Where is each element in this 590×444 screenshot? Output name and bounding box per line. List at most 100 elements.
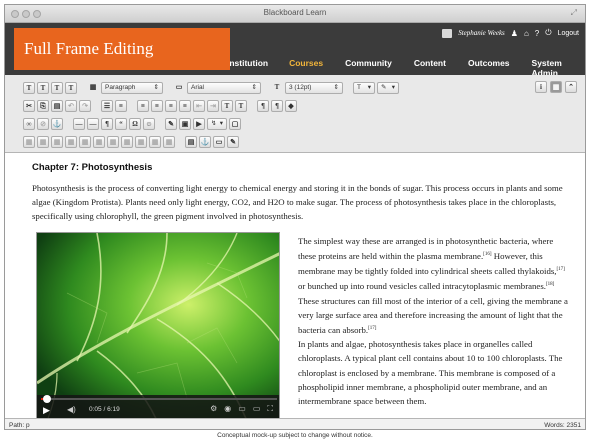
citation[interactable]: [17] [368, 326, 376, 331]
text-color-select[interactable]: T ▾ [353, 82, 375, 94]
embedded-video[interactable]: ▶ ◀) 0:05 / 6:19 ⚙ ◉ ▭ ▭ ⛶ [36, 232, 280, 418]
video-progress-bar[interactable] [41, 395, 277, 403]
ltr-icon[interactable]: ¶ [257, 100, 269, 112]
fullscreen-icon[interactable]: ⤢ [571, 8, 577, 18]
status-bar: Path: p Words: 2351 [5, 418, 585, 429]
link-icon[interactable]: ∞ [23, 118, 35, 130]
justify-icon[interactable]: ≡ [179, 100, 191, 112]
highlight-color-select[interactable]: ✎ ▾ [377, 82, 399, 94]
quote-icon[interactable]: “ [115, 118, 127, 130]
size-select[interactable]: 3 (12pt) ⇕ [285, 82, 343, 94]
table-icon[interactable]: ▦ [23, 136, 35, 148]
copy-icon[interactable]: ⎘ [37, 100, 49, 112]
toolbar-row-2: ✂ ⎘ ▤ ↶ ↷ ☰ ≡ ≡ ≡ ≡ ≡ ⇤ ⇥ T T ¶ ¶ ◆ [23, 99, 297, 113]
image-icon[interactable]: ▣ [179, 118, 191, 130]
user-name[interactable]: Stephanie Weeks [458, 29, 505, 37]
video-time: 0:05 / 6:19 [89, 406, 120, 413]
mashup-select[interactable]: ↯ ▾ [207, 118, 227, 130]
toolbar-row-4: ▦ ▦ ▦ ▦ ▦ ▦ ▦ ▦ ▦ ▦ ▦ ▤ ⚓ ▭ ✎ [23, 135, 239, 149]
html-icon[interactable]: ▤ [185, 136, 197, 148]
user-bar: Stephanie Weeks ♟ ⌂ ? ⏻ Logout [442, 28, 579, 38]
bullet-list-icon[interactable]: ☰ [101, 100, 113, 112]
table-insert-icon[interactable]: ▦ [135, 136, 147, 148]
cut-icon[interactable]: ✂ [23, 100, 35, 112]
volume-icon[interactable]: ◀) [67, 405, 76, 414]
undo-icon[interactable]: ↶ [65, 100, 77, 112]
table-split-icon[interactable]: ▦ [93, 136, 105, 148]
leaf-image [37, 233, 279, 418]
superscript-icon[interactable]: T [221, 100, 233, 112]
indent-icon[interactable]: ⇥ [207, 100, 219, 112]
avatar[interactable] [442, 28, 453, 38]
youtube-icon[interactable]: ◉ [224, 404, 231, 414]
attach-icon[interactable]: ✎ [165, 118, 177, 130]
power-icon[interactable]: ⏻ [545, 28, 551, 38]
redo-icon[interactable]: ↷ [79, 100, 91, 112]
edit-pencil-icon[interactable]: ✎ [227, 136, 239, 148]
font-select[interactable]: Arial ⇕ [187, 82, 261, 94]
subscript-icon[interactable]: T [235, 100, 247, 112]
word-count: Words: 2351 [544, 422, 581, 429]
citation[interactable]: [17] [556, 267, 564, 272]
pilcrow-icon[interactable]: ¶ [101, 118, 113, 130]
info-icon[interactable]: i [535, 81, 547, 93]
table-props-icon[interactable]: ▦ [121, 136, 133, 148]
theater-icon[interactable]: ▭ [253, 404, 261, 414]
fullscreen-editor-icon[interactable]: ▭ [213, 136, 225, 148]
window-title: Blackboard Learn [263, 8, 327, 17]
table-extra-icon[interactable]: ▦ [163, 136, 175, 148]
paragraph-plants: In plants and algae, photosynthesis take… [298, 339, 563, 406]
paragraph-icon: ▦ [89, 83, 97, 91]
table-delete-icon[interactable]: ▦ [107, 136, 119, 148]
grid-icon[interactable]: ▦ [550, 81, 562, 93]
table-remove-icon[interactable]: ▦ [149, 136, 161, 148]
editor-content[interactable]: Chapter 7: Photosynthesis Photosynthesis… [5, 154, 585, 418]
horizontal-rule-icon[interactable]: — [73, 118, 85, 130]
table-cell-icon[interactable]: ▦ [65, 136, 77, 148]
align-left-icon[interactable]: ≡ [137, 100, 149, 112]
body-paragraphs: The simplest way these are arranged is i… [298, 234, 570, 408]
collapse-icon[interactable]: ⌃ [565, 81, 577, 93]
scrub-handle[interactable] [43, 395, 52, 403]
media-icon[interactable]: ▶ [193, 118, 205, 130]
text-style-button[interactable]: T [23, 82, 35, 94]
eraser-icon[interactable]: ◆ [285, 100, 297, 112]
paragraph-bacteria: The simplest way these are arranged is i… [298, 236, 568, 335]
anchor-icon[interactable]: ⚓ [51, 118, 63, 130]
rtl-icon[interactable]: ¶ [271, 100, 283, 112]
spellcheck-icon[interactable]: ⚓ [199, 136, 211, 148]
citation[interactable]: [16] [483, 252, 491, 257]
captions-icon[interactable]: ▭ [238, 404, 246, 414]
unlink-icon[interactable]: ⊘ [37, 118, 49, 130]
text-style-button[interactable]: T [65, 82, 77, 94]
help-icon[interactable]: ? [535, 29, 539, 38]
toolbar-row-1: T T T T ▦ Paragraph ⇕ ▭ Arial ⇕ T 3 (12pt)… [23, 81, 399, 95]
emoticon-icon[interactable]: ☺ [143, 118, 155, 130]
element-path: Path: p [9, 422, 30, 429]
align-right-icon[interactable]: ≡ [165, 100, 177, 112]
table-row-icon[interactable]: ▦ [37, 136, 49, 148]
paste-icon[interactable]: ▤ [51, 100, 63, 112]
intro-paragraph: Photosynthesis is the process of convert… [32, 183, 563, 221]
text-style-button[interactable]: T [37, 82, 49, 94]
page-title: Chapter 7: Photosynthesis [32, 162, 153, 173]
user-icon[interactable]: ♟ [511, 29, 518, 38]
settings-icon[interactable]: ⚙ [210, 404, 217, 414]
paragraph-select[interactable]: Paragraph ⇕ [101, 82, 163, 94]
table-merge-icon[interactable]: ▦ [79, 136, 91, 148]
citation[interactable]: [18] [546, 282, 554, 287]
numbered-list-icon[interactable]: ≡ [115, 100, 127, 112]
home-icon[interactable]: ⌂ [524, 29, 529, 38]
folder-icon: ▭ [175, 83, 183, 91]
preview-icon[interactable]: ▢ [229, 118, 241, 130]
text-style-button[interactable]: T [51, 82, 63, 94]
title-bar: Blackboard Learn ⤢ [5, 5, 585, 23]
align-center-icon[interactable]: ≡ [151, 100, 163, 112]
fullscreen-video-icon[interactable]: ⛶ [267, 404, 273, 414]
line-icon[interactable]: — [87, 118, 99, 130]
table-col-icon[interactable]: ▦ [51, 136, 63, 148]
logout-link[interactable]: Logout [558, 30, 579, 37]
play-icon[interactable]: ▶ [43, 405, 50, 416]
outdent-icon[interactable]: ⇤ [193, 100, 205, 112]
omega-icon[interactable]: Ω [129, 118, 141, 130]
